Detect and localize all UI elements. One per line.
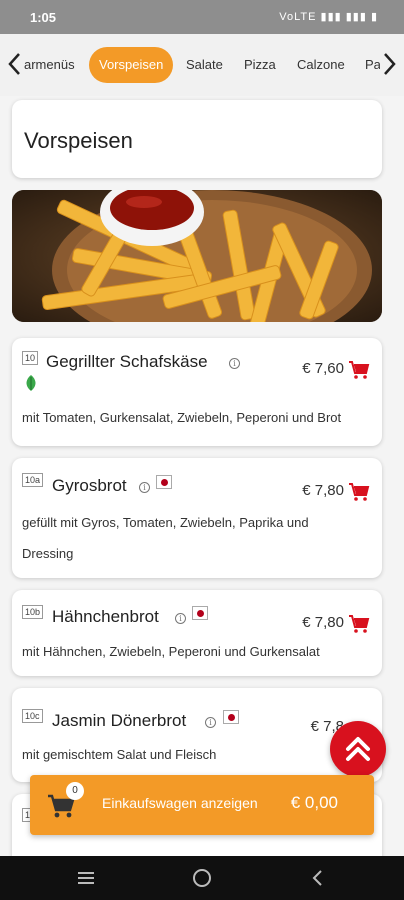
recent-apps-icon[interactable] <box>74 866 98 890</box>
item-name: Gyrosbrot <box>52 476 127 495</box>
chevron-right-icon[interactable] <box>380 51 400 79</box>
item-description: gefüllt mit Gyros, Tomaten, Zwiebeln, Pa… <box>22 507 372 569</box>
section-header-card: Vorspeisen <box>12 100 382 178</box>
double-chevron-up-icon <box>346 737 370 761</box>
info-icon[interactable]: i <box>139 482 150 493</box>
item-description: mit gemischtem Salat und Fleisch <box>22 747 217 762</box>
tab-pasta[interactable]: Pa <box>365 47 380 83</box>
system-indicators: VoLTE ▮▮▮ ▮▮▮ ▮ <box>279 11 378 23</box>
item-description: mit Hähnchen, Zwiebeln, Peperoni und Gur… <box>22 644 320 659</box>
cart-total: € 0,00 <box>290 793 338 812</box>
leaf-icon <box>26 375 36 391</box>
category-track: armenüs Vorspeisen Salate Pizza Calzone … <box>24 34 380 96</box>
add-to-cart-icon[interactable] <box>348 614 370 634</box>
item-number: 10c <box>22 709 43 723</box>
menu-item-card[interactable]: 10c Jasmin Dönerbrot i € 7,8 mit gemisch… <box>12 688 382 782</box>
cart-count-badge: 0 <box>66 782 84 800</box>
tab-vorspeisen[interactable]: Vorspeisen <box>89 47 174 83</box>
section-title: Vorspeisen <box>24 128 133 153</box>
category-bar: armenüs Vorspeisen Salate Pizza Calzone … <box>0 34 404 96</box>
status-bar: 1:05 VoLTE ▮▮▮ ▮▮▮ ▮ <box>0 0 404 34</box>
menu-item-card[interactable]: 10 Gegrillter Schafskäse i € 7,60 mit To… <box>12 338 382 446</box>
tab-menus[interactable]: armenüs <box>24 47 75 83</box>
flag-icon <box>192 606 208 620</box>
tab-calzone[interactable]: Calzone <box>297 47 345 83</box>
category-image <box>12 190 382 322</box>
item-name: Jasmin Dönerbrot <box>52 711 187 730</box>
info-icon[interactable]: i <box>175 613 186 624</box>
home-icon[interactable] <box>190 866 214 890</box>
chevron-left-icon[interactable] <box>4 51 24 79</box>
system-nav-bar <box>0 856 404 900</box>
view-cart-button[interactable]: 0 Einkaufswagen anzeigen € 0,00 <box>30 775 374 835</box>
item-description-line: gefüllt mit Gyros, Tomaten, Zwiebeln, Pa… <box>22 515 309 530</box>
clock: 1:05 <box>30 10 57 25</box>
tab-pizza[interactable]: Pizza <box>244 47 276 83</box>
item-description-line: Dressing <box>22 546 74 561</box>
tab-salate[interactable]: Salate <box>186 47 223 83</box>
menu-item-card[interactable]: 10a Gyrosbrot i € 7,80 gefüllt mit Gyros… <box>12 458 382 578</box>
flag-icon <box>156 475 172 489</box>
item-name: Hähnchenbrot <box>52 607 159 626</box>
back-icon[interactable] <box>306 866 330 890</box>
add-to-cart-icon[interactable] <box>348 482 370 502</box>
item-number: 10 <box>22 351 39 365</box>
item-description: ... ... ... ... <box>22 846 77 856</box>
item-name: Gegrillter Schafskäse <box>46 352 208 371</box>
item-price: € 7,80 <box>302 482 344 499</box>
info-icon[interactable]: i <box>205 717 216 728</box>
flag-icon <box>223 710 239 724</box>
info-icon[interactable]: i <box>229 358 240 369</box>
scroll-top-button[interactable] <box>330 721 386 777</box>
item-number: 10a <box>22 473 44 487</box>
item-description: mit Tomaten, Gurkensalat, Zwiebeln, Pepe… <box>22 410 342 425</box>
cart-label: Einkaufswagen anzeigen <box>102 795 258 811</box>
item-price: € 7,80 <box>302 614 344 631</box>
item-price: € 7,60 <box>302 360 344 377</box>
item-number: 10b <box>22 605 44 619</box>
menu-item-card[interactable]: 10b Hähnchenbrot i € 7,80 mit Hähnchen, … <box>12 590 382 676</box>
add-to-cart-icon[interactable] <box>348 360 370 380</box>
